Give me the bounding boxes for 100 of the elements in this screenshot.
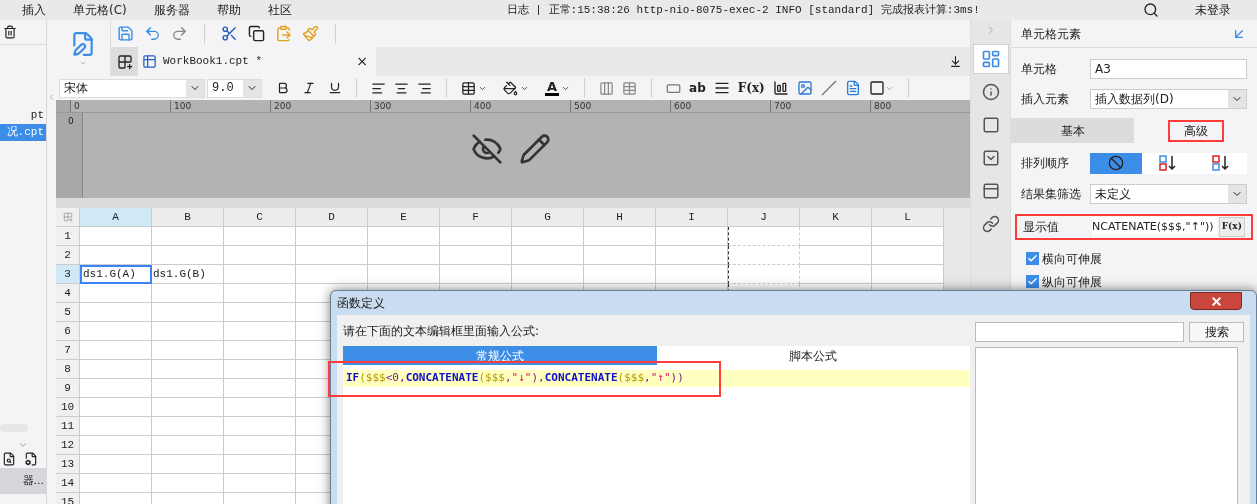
row-header[interactable]: 8 [56,360,80,379]
square-icon[interactable] [868,80,885,96]
table-cell[interactable] [152,379,224,398]
menu-item[interactable]: 插入 [22,1,46,19]
table-cell[interactable] [368,265,440,284]
bar-chart-icon[interactable] [772,80,789,96]
table-cell[interactable] [224,398,296,417]
table-cell[interactable] [80,303,152,322]
format-painter-icon[interactable] [302,25,319,42]
document-icon[interactable] [844,80,861,96]
row-header[interactable]: 2 [56,246,80,265]
font-size-select[interactable]: 9.0 [207,78,262,98]
search-icon[interactable] [1143,2,1159,18]
collapse-left-icon[interactable] [47,91,56,103]
hidden-eye-icon[interactable] [471,133,503,165]
text-tool-button[interactable]: ab [689,79,706,97]
table-cell[interactable] [224,474,296,493]
paste-icon[interactable] [275,25,292,42]
table-cell[interactable] [512,246,584,265]
new-sheet-icon[interactable] [116,53,133,70]
table-cell[interactable] [80,227,152,246]
table-cell[interactable] [224,417,296,436]
delete-icon[interactable] [3,25,17,39]
formula-tab[interactable]: 脚本公式 [656,346,970,365]
row-header[interactable]: 1 [56,227,80,246]
row-header[interactable]: 11 [56,417,80,436]
table-cell[interactable] [152,284,224,303]
search-button[interactable]: 搜索 [1189,322,1244,342]
column-header[interactable]: I [656,208,728,227]
checkbox[interactable] [1026,275,1039,288]
row-header[interactable]: 10 [56,398,80,417]
row-header[interactable]: 15 [56,493,80,504]
cut-icon[interactable] [221,25,238,42]
table-cell[interactable] [296,265,368,284]
align-left-icon[interactable] [371,80,386,96]
column-header[interactable]: G [512,208,584,227]
dropdown-button[interactable] [186,79,204,97]
align-center-icon[interactable] [394,80,409,96]
table-cell[interactable] [584,265,656,284]
lines-icon[interactable] [713,80,730,96]
element-select[interactable]: 插入数据列(D) [1090,89,1247,109]
row-header[interactable]: 14 [56,474,80,493]
login-status[interactable]: 未登录 [1195,1,1231,19]
panel-tab[interactable]: 基本 [1011,118,1134,143]
table-cell[interactable] [80,417,152,436]
row-header[interactable]: 5 [56,303,80,322]
column-header[interactable]: A [80,208,152,227]
column-header[interactable]: B [152,208,224,227]
table-cell[interactable] [224,360,296,379]
save-icon[interactable] [117,25,134,42]
italic-icon[interactable] [302,81,316,95]
fill-color-icon[interactable] [503,80,518,96]
dropdown-icon[interactable] [949,55,962,68]
table-cell[interactable] [440,227,512,246]
column-header[interactable]: F [440,208,512,227]
table-cell[interactable]: ds1.G(A) [80,265,152,284]
table-cell[interactable] [152,455,224,474]
table-cell[interactable] [224,265,296,284]
split-cells-icon[interactable] [622,80,638,96]
table-cell[interactable] [152,227,224,246]
table-cell[interactable] [152,417,224,436]
table-cell[interactable] [584,246,656,265]
table-cell[interactable] [224,227,296,246]
column-header[interactable]: L [872,208,944,227]
dropdown-button[interactable] [1228,185,1246,203]
table-cell[interactable] [440,265,512,284]
menu-item[interactable]: 服务器 [153,1,190,19]
table-cell[interactable] [728,227,800,246]
workbook-tab[interactable]: WorkBook1.cpt * × [138,47,376,76]
table-cell[interactable] [224,322,296,341]
close-tab-button[interactable]: × [356,51,368,72]
table-cell[interactable] [296,227,368,246]
filter-select[interactable]: 未定义 [1090,184,1247,204]
menu-item[interactable]: 帮助 [216,1,241,19]
font-select[interactable]: 宋体 [59,78,205,98]
column-header[interactable]: K [800,208,872,227]
table-cell[interactable] [152,246,224,265]
search-field[interactable] [975,322,1184,342]
column-header[interactable]: C [224,208,296,227]
table-cell[interactable] [152,322,224,341]
redo-icon[interactable] [171,25,188,42]
file-tree-item[interactable]: pt [0,107,46,124]
table-cell[interactable] [80,284,152,303]
file-search-icon[interactable] [2,452,16,466]
display-value-input[interactable]: NCATENATE($$$,"↑")) [1092,217,1217,237]
checkbox[interactable] [1026,252,1039,265]
row-header[interactable]: 3 [56,265,80,284]
menu-item[interactable]: 单元格(C) [73,1,127,19]
formula-editor[interactable]: IF($$$<0,CONCATENATE($$$,"↓"),CONCATENATE($$$,"↑")) [343,365,970,504]
table-cell[interactable] [152,303,224,322]
image-icon[interactable] [796,80,813,96]
file-settings-icon[interactable] [24,452,38,466]
table-cell[interactable] [656,227,728,246]
table-cell[interactable] [80,398,152,417]
formula-tool-button[interactable]: F(x) [737,79,765,97]
select-all-icon[interactable] [62,212,73,222]
table-cell[interactable] [224,341,296,360]
bold-icon[interactable] [276,81,290,95]
table-cell[interactable]: ds1.G(B) [152,265,224,284]
pencil-icon[interactable] [519,133,551,165]
